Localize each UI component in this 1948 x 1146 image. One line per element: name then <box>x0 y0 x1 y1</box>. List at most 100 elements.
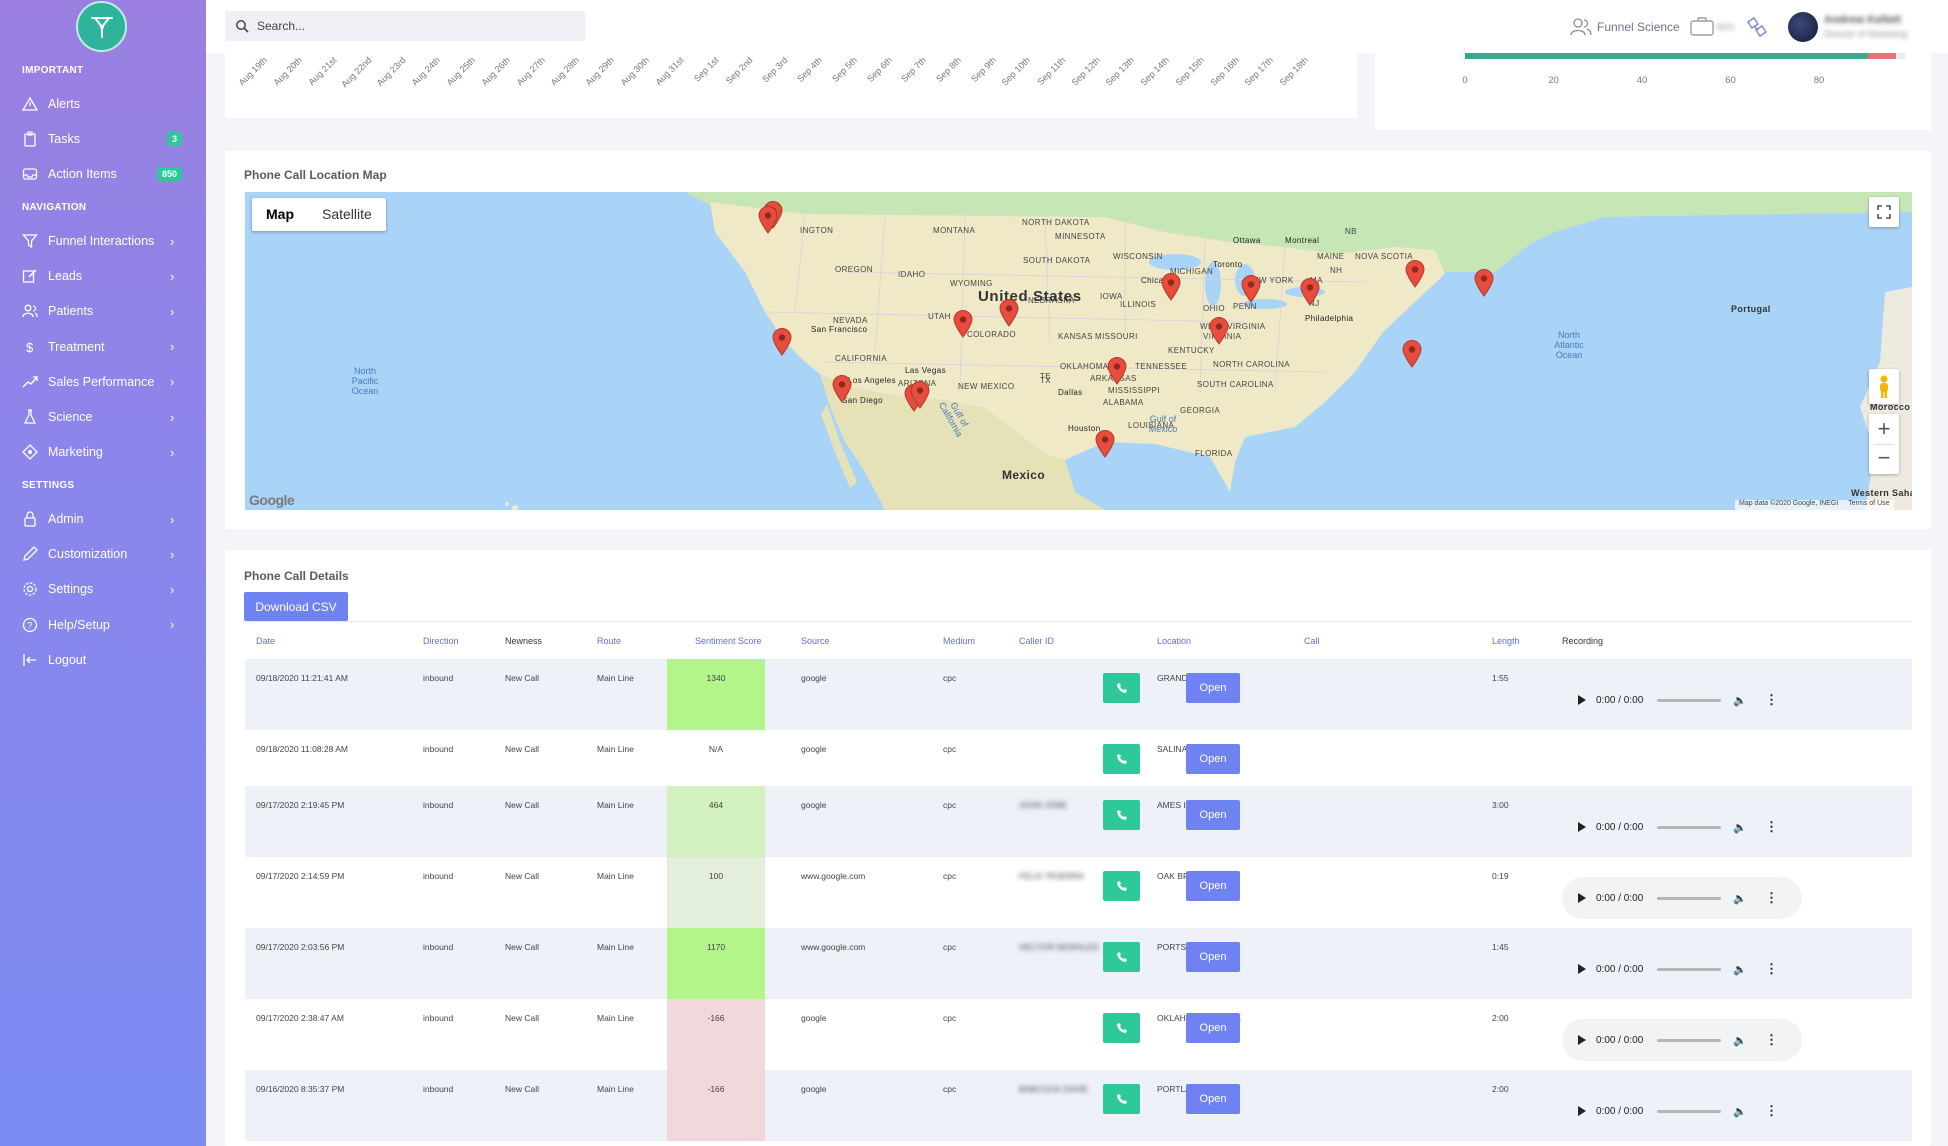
volume-icon[interactable]: 🔈 <box>1733 1034 1747 1047</box>
map-pin-icon <box>1402 339 1422 368</box>
map-terms-link[interactable]: Terms of Use <box>1848 500 1889 507</box>
sidebar-item-science[interactable]: Science › <box>0 403 206 431</box>
sidebar-item-sales-performance[interactable]: Sales Performance › <box>0 368 206 396</box>
search-input[interactable] <box>257 19 577 33</box>
column-header[interactable]: Caller ID <box>1019 636 1054 646</box>
sidebar-item-settings[interactable]: Settings › <box>0 575 206 603</box>
more-options-icon[interactable]: ⋮ <box>1765 1103 1778 1119</box>
call-location-pin[interactable] <box>1241 275 1261 304</box>
sidebar-item-logout[interactable]: Logout <box>0 646 206 674</box>
play-icon[interactable] <box>1578 964 1586 974</box>
map-type-map[interactable]: Map <box>252 198 308 231</box>
call-location-pin[interactable] <box>1402 339 1422 368</box>
user-info[interactable]: Andrew Kellett Director of Marketing <box>1824 13 1908 41</box>
audio-seek-bar[interactable] <box>1657 825 1722 829</box>
call-location-pin[interactable] <box>999 298 1019 327</box>
zoom-in-button[interactable]: + <box>1878 416 1891 444</box>
call-location-pin[interactable] <box>910 381 930 409</box>
column-header[interactable]: Newness <box>505 636 542 646</box>
more-options-icon[interactable]: ⋮ <box>1765 961 1778 977</box>
sidebar-item-treatment[interactable]: $ Treatment › <box>0 333 206 361</box>
play-icon[interactable] <box>1578 695 1586 705</box>
audio-seek-bar[interactable] <box>1657 1109 1722 1113</box>
audio-seek-bar[interactable] <box>1657 967 1722 971</box>
call-location-pin[interactable] <box>1161 272 1181 301</box>
zoom-out-button[interactable]: − <box>1878 445 1891 473</box>
sidebar-item-admin[interactable]: Admin › <box>0 505 206 533</box>
volume-icon[interactable]: 🔈 <box>1733 821 1747 834</box>
call-location-pin[interactable] <box>832 374 852 403</box>
call-location-pin[interactable] <box>1095 430 1115 458</box>
play-icon[interactable] <box>1578 1035 1586 1045</box>
phone-call-map[interactable]: MONTANA NORTH DAKOTA MINNESOTA SOUTH DAKOTA… <box>245 192 1912 510</box>
sidebar-item-funnel-interactions[interactable]: Funnel Interactions › <box>0 227 206 255</box>
search-box[interactable] <box>225 11 585 41</box>
call-button[interactable] <box>1103 1013 1140 1043</box>
sidebar-item-leads[interactable]: Leads › <box>0 262 206 290</box>
volume-icon[interactable]: 🔈 <box>1733 892 1747 905</box>
call-location-pin[interactable] <box>772 328 792 357</box>
open-call-button[interactable]: Open <box>1186 744 1240 774</box>
column-header[interactable]: Location <box>1157 636 1191 646</box>
sidebar-item-help-setup[interactable]: ? Help/Setup › <box>0 611 206 639</box>
call-button[interactable] <box>1103 1084 1140 1114</box>
sidebar-item-patients[interactable]: Patients › <box>0 297 206 325</box>
more-options-icon[interactable]: ⋮ <box>1765 890 1778 906</box>
column-header[interactable]: Source <box>801 636 830 646</box>
sidebar-item-customization[interactable]: Customization › <box>0 540 206 568</box>
call-button[interactable] <box>1103 744 1140 774</box>
play-icon[interactable] <box>1578 893 1586 903</box>
call-location-pin[interactable] <box>1300 277 1320 306</box>
sidebar-item-tasks[interactable]: Tasks 3 <box>0 125 206 153</box>
column-header[interactable]: Medium <box>943 636 975 646</box>
open-call-button[interactable]: Open <box>1186 1084 1240 1114</box>
open-call-button[interactable]: Open <box>1186 673 1240 703</box>
more-options-icon[interactable]: ⋮ <box>1765 692 1778 708</box>
call-location-pin[interactable] <box>953 310 973 338</box>
column-header[interactable]: Direction <box>423 636 459 646</box>
call-button[interactable] <box>1103 871 1140 901</box>
account-switcher[interactable]: Funnel Science <box>1570 18 1680 36</box>
column-header[interactable]: Call <box>1304 636 1320 646</box>
fullscreen-button[interactable] <box>1869 197 1899 227</box>
open-call-button[interactable]: Open <box>1186 800 1240 830</box>
audio-seek-bar[interactable] <box>1657 698 1722 702</box>
more-options-icon[interactable]: ⋮ <box>1765 1032 1778 1048</box>
call-location-pin[interactable] <box>758 205 778 234</box>
briefcase-menu[interactable]: ADV <box>1690 16 1735 41</box>
sidebar-item-action-items[interactable]: Action Items 850 <box>0 160 206 188</box>
call-button[interactable] <box>1103 673 1140 703</box>
call-location-pin[interactable] <box>1107 356 1127 385</box>
play-icon[interactable] <box>1578 822 1586 832</box>
open-call-button[interactable]: Open <box>1186 871 1240 901</box>
more-options-icon[interactable]: ⋮ <box>1765 819 1778 835</box>
column-header[interactable]: Recording <box>1562 636 1603 646</box>
avatar[interactable] <box>1788 12 1818 42</box>
call-button[interactable] <box>1103 800 1140 830</box>
call-location-pin[interactable] <box>1209 316 1229 345</box>
column-header[interactable]: Date <box>256 636 275 646</box>
street-view-pegman[interactable] <box>1869 369 1899 404</box>
download-csv-button[interactable]: Download CSV <box>244 592 348 621</box>
call-location-pin[interactable] <box>1405 259 1425 288</box>
call-button[interactable] <box>1103 942 1140 972</box>
table-row: 09/18/2020 11:21:41 AM inbound New Call Mai… <box>245 659 1912 730</box>
trend-icon <box>22 374 38 390</box>
column-header[interactable]: Sentiment Score <box>695 636 762 646</box>
volume-icon[interactable]: 🔈 <box>1733 694 1747 707</box>
integrations-menu[interactable] <box>1744 16 1770 45</box>
map-type-satellite[interactable]: Satellite <box>308 198 386 231</box>
audio-seek-bar[interactable] <box>1657 896 1722 900</box>
open-call-button[interactable]: Open <box>1186 942 1240 972</box>
call-location-pin[interactable] <box>1474 268 1494 297</box>
volume-icon[interactable]: 🔈 <box>1733 963 1747 976</box>
app-logo[interactable] <box>76 1 127 52</box>
play-icon[interactable] <box>1578 1106 1586 1116</box>
open-call-button[interactable]: Open <box>1186 1013 1240 1043</box>
sidebar-item-marketing[interactable]: Marketing › <box>0 438 206 466</box>
sidebar-item-alerts[interactable]: Alerts <box>0 90 206 118</box>
column-header[interactable]: Length <box>1492 636 1520 646</box>
audio-seek-bar[interactable] <box>1657 1038 1722 1042</box>
volume-icon[interactable]: 🔈 <box>1733 1105 1747 1118</box>
column-header[interactable]: Route <box>597 636 621 646</box>
